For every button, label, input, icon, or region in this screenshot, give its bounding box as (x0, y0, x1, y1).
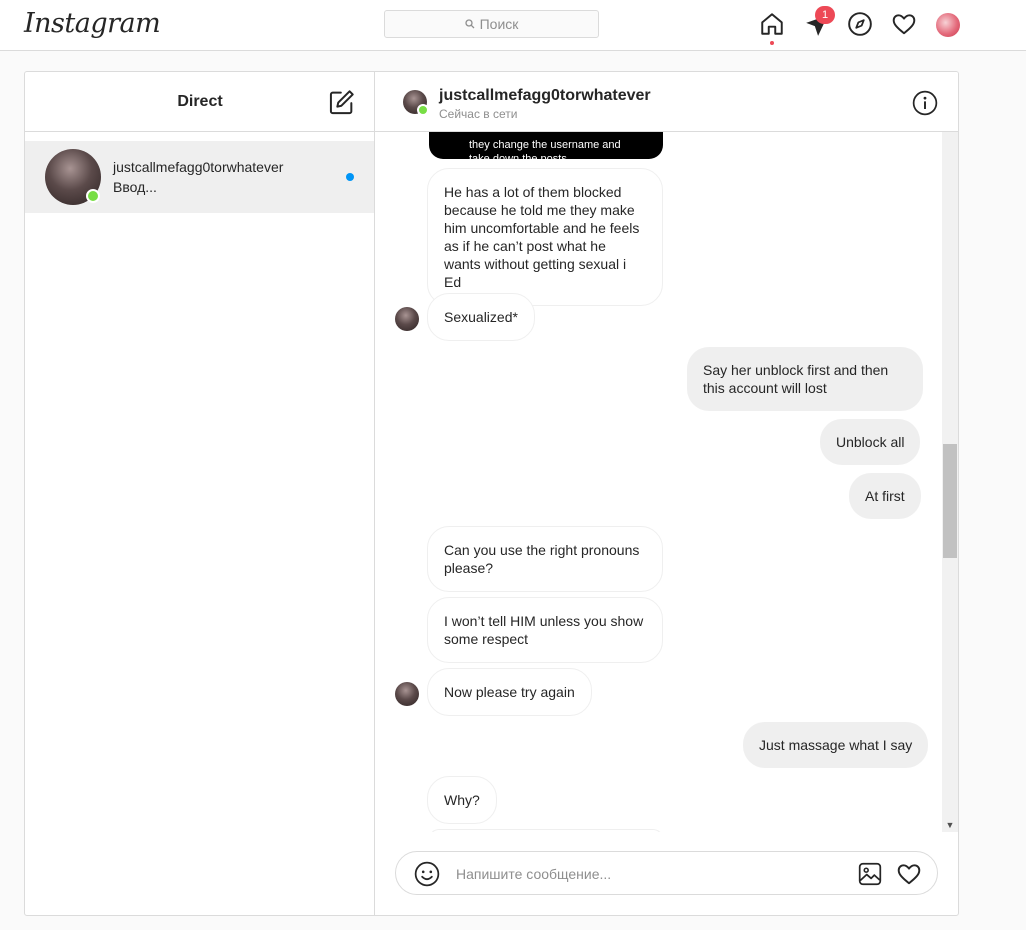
sender-avatar (395, 307, 419, 331)
shared-image-message[interactable]: they change the username and take down t… (429, 132, 663, 165)
search-placeholder: Поиск (479, 16, 519, 32)
message-bubble-partial (429, 829, 663, 832)
conversation-username: justcallmefagg0torwhatever (113, 159, 284, 175)
instagram-logo[interactable]: Instagram (24, 8, 161, 39)
conversation-item[interactable]: justcallmefagg0torwhatever Ввод... (25, 141, 374, 213)
home-icon[interactable] (759, 11, 785, 37)
home-active-dot (770, 41, 774, 45)
message-scrollbar[interactable]: ▼ (942, 132, 958, 832)
like-heart-icon[interactable] (896, 861, 922, 887)
message-bubble-incoming[interactable]: Why? (427, 776, 497, 824)
message-bubble-outgoing[interactable]: Just massage what I say (743, 722, 929, 768)
message-bubble-incoming[interactable]: Now please try again (427, 668, 592, 716)
direct-notification-badge: 1 (815, 6, 835, 24)
chat-pane: justcallmefagg0torwhatever Сейчас в сети… (375, 72, 958, 915)
direct-title: Direct (177, 93, 223, 110)
unread-indicator (346, 173, 354, 181)
message-bubble-outgoing[interactable]: At first (849, 473, 921, 519)
conversation-preview: Ввод... (113, 179, 157, 195)
search-box[interactable]: Поиск (384, 10, 599, 38)
explore-icon[interactable] (847, 11, 873, 37)
message-bubble-incoming[interactable]: He has a lot of them blocked because he … (427, 168, 663, 306)
message-bubble-incoming[interactable]: Sexualized* (427, 293, 535, 341)
online-status-dot (417, 104, 429, 116)
message-bubble-incoming[interactable]: I won’t tell HIM unless you show some re… (427, 597, 663, 663)
conversation-list-header: Direct (25, 72, 374, 132)
message-bubble-outgoing[interactable]: Unblock all (820, 419, 921, 465)
online-status-dot (86, 189, 100, 203)
message-input[interactable] (456, 863, 836, 885)
chat-header: justcallmefagg0torwhatever Сейчас в сети (375, 72, 958, 132)
image-upload-icon[interactable] (857, 861, 883, 887)
emoji-icon[interactable] (414, 861, 440, 887)
message-thread: they change the username and take down t… (375, 132, 958, 832)
top-navigation-bar: Instagram Поиск 1 (0, 0, 1026, 51)
chat-username[interactable]: justcallmefagg0torwhatever (439, 87, 651, 105)
message-composer (395, 851, 938, 895)
info-icon[interactable] (912, 90, 938, 116)
activity-heart-icon[interactable] (891, 11, 917, 37)
chat-online-status: Сейчас в сети (439, 107, 518, 121)
message-bubble-outgoing[interactable]: Say her unblock first and then this acco… (687, 347, 923, 411)
direct-inbox-panel: Direct justcallmefagg0torwhatever Ввод..… (24, 71, 959, 916)
new-message-icon[interactable] (328, 88, 356, 116)
conversation-list-pane: Direct justcallmefagg0torwhatever Ввод..… (25, 72, 375, 915)
scroll-down-arrow-icon[interactable]: ▼ (942, 818, 958, 832)
search-icon (464, 19, 475, 29)
message-bubble-incoming[interactable]: Can you use the right pronouns please? (427, 526, 663, 592)
sender-avatar (395, 682, 419, 706)
scrollbar-thumb[interactable] (943, 444, 957, 558)
profile-avatar[interactable] (936, 13, 960, 37)
